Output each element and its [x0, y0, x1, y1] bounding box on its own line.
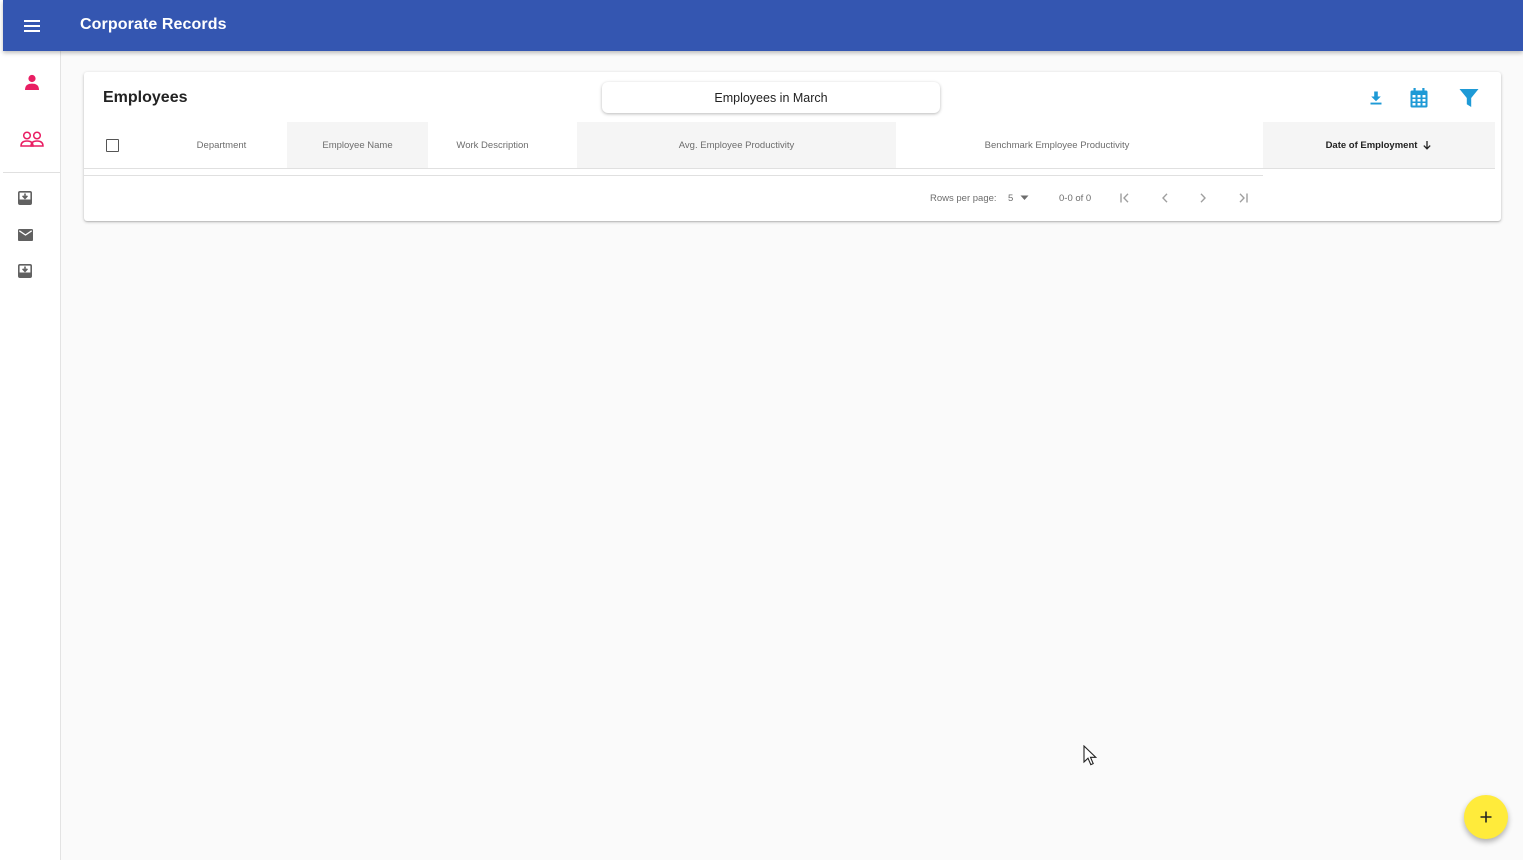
chevron-right-icon	[1200, 193, 1206, 203]
sidebar-item-mail[interactable]	[3, 217, 60, 253]
sidebar-divider	[3, 172, 60, 173]
column-header-benchmark-productivity[interactable]: Benchmark Employee Productivity	[897, 122, 1217, 168]
card-title: Employees	[103, 89, 188, 106]
sidebar-item-inbox-2[interactable]	[3, 253, 60, 289]
sidebar-item-person[interactable]	[3, 64, 60, 100]
mail-icon	[18, 229, 33, 241]
mouse-cursor	[1083, 744, 1098, 771]
chevron-left-icon	[1162, 193, 1168, 203]
move-to-inbox-icon	[18, 264, 32, 278]
next-page-button[interactable]	[1195, 190, 1211, 206]
column-header-department[interactable]: Department	[174, 122, 269, 168]
table-header-row: Department Employee Name Work Descriptio…	[84, 122, 1495, 169]
select-all-checkbox[interactable]	[106, 139, 119, 152]
app-title: Corporate Records	[80, 16, 227, 33]
pagination-divider	[84, 175, 1263, 176]
calendar-button[interactable]	[1405, 84, 1433, 112]
last-page-icon	[1239, 193, 1248, 203]
month-filter-button[interactable]: Employees in March	[602, 82, 940, 113]
menu-button[interactable]	[17, 11, 47, 41]
rows-per-page-value: 5	[1008, 192, 1014, 204]
filter-icon	[1459, 89, 1479, 107]
move-to-inbox-icon	[18, 191, 32, 205]
download-button[interactable]	[1362, 84, 1390, 112]
filter-button[interactable]	[1455, 84, 1483, 112]
column-header-date-of-employment[interactable]: Date of Employment	[1263, 122, 1495, 168]
first-page-button[interactable]	[1118, 190, 1134, 206]
sidebar	[3, 51, 61, 860]
employees-card: Employees Employees in March Department …	[84, 72, 1501, 221]
sidebar-item-people[interactable]	[3, 121, 60, 157]
previous-page-button[interactable]	[1157, 190, 1173, 206]
app-frame: Corporate Records Employees Employees in…	[3, 0, 1523, 860]
last-page-button[interactable]	[1234, 190, 1250, 206]
column-header-employee-name[interactable]: Employee Name	[287, 122, 428, 168]
sidebar-item-inbox-1[interactable]	[3, 180, 60, 216]
column-header-label: Date of Employment	[1325, 139, 1418, 151]
add-button[interactable]	[1464, 795, 1508, 839]
people-icon	[19, 131, 44, 147]
person-icon	[24, 74, 39, 90]
arrow-down-icon	[1423, 141, 1432, 150]
column-header-work-description[interactable]: Work Description	[429, 122, 556, 168]
app-bar: Corporate Records	[3, 0, 1523, 51]
rows-per-page-select[interactable]: 5	[1008, 190, 1029, 206]
column-header-avg-productivity[interactable]: Avg. Employee Productivity	[577, 122, 896, 168]
cursor-icon	[1083, 744, 1098, 766]
pagination-range: 0-0 of 0	[1059, 192, 1092, 204]
dropdown-arrow-icon	[1020, 195, 1029, 200]
calendar-icon	[1410, 88, 1428, 108]
add-icon	[1480, 811, 1492, 823]
download-icon	[1370, 91, 1382, 105]
menu-icon	[24, 20, 40, 32]
rows-per-page-label: Rows per page:	[930, 192, 997, 204]
first-page-icon	[1120, 193, 1129, 203]
